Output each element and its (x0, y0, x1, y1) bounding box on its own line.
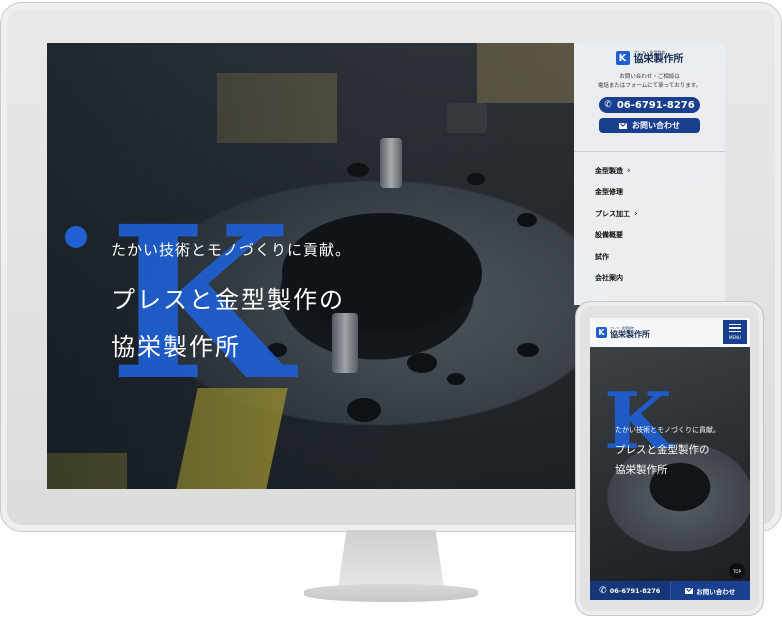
nav-item-die-manufacturing[interactable]: 金型製造 › (574, 160, 725, 182)
mobile-phone-number: 06-6791-8276 (609, 586, 661, 595)
contact-note-line2: 電話またはフォームにて承っております。 (597, 83, 702, 89)
menu-bar (729, 330, 741, 333)
mail-icon (619, 122, 627, 129)
logo-name: 協栄製作所 (633, 54, 684, 65)
back-to-top-button[interactable]: TOP (729, 563, 745, 579)
hero-title-line1: プレスと金型製作の (111, 286, 345, 314)
contact-button-label: お問い合わせ (632, 121, 680, 130)
mobile-site-logo[interactable]: K プレス・金型製作 協栄製作所 (596, 327, 650, 338)
mobile-footer-bar: ✆ 06-6791-8276 お問い合わせ (590, 581, 750, 600)
nav-item-press-processing[interactable]: プレス加工 › (574, 203, 725, 225)
phone-button[interactable]: ✆ 06-6791-8276 (599, 97, 700, 113)
mobile-hero-title-line1: プレスと金型製作の (615, 444, 710, 456)
nav-label: 金型修理 (595, 188, 623, 197)
nav-label: 金型製造 (595, 166, 623, 175)
nav-item-company[interactable]: 会社案内 (574, 268, 725, 290)
nav-item-prototype[interactable]: 試作 (574, 246, 725, 268)
phone-icon: ✆ (604, 100, 612, 110)
phone-number: 06-6791-8276 (616, 99, 695, 111)
mail-icon (685, 587, 694, 594)
logo-text: プレス・金型製作 協栄製作所 (610, 327, 650, 339)
contact-button[interactable]: お問い合わせ (599, 118, 700, 133)
monitor-stand-neck (338, 530, 444, 588)
mobile-hero-copy: たかい技術とモノづくりに貢献。 プレスと金型製作の 協栄製作所 (615, 425, 720, 477)
nav-item-equipment[interactable]: 設備概要 (574, 225, 725, 247)
phone-icon: ✆ (599, 585, 607, 596)
menu-label: MENU (729, 335, 741, 341)
hero-title-line2: 協栄製作所 (111, 333, 241, 361)
chevron-right-icon: › (634, 208, 638, 219)
hero-tagline: たかい技術とモノづくりに貢献。 (111, 241, 352, 259)
mobile-phone-button[interactable]: ✆ 06-6791-8276 (590, 581, 671, 600)
logo-k-icon: K (596, 327, 607, 338)
contact-note: お問い合わせ・ご相談は 電話またはフォームにて承っております。 (574, 73, 725, 91)
site-logo[interactable]: K プレス・金型製作 協栄製作所 (574, 51, 725, 65)
logo-text: プレス・金型製作 協栄製作所 (634, 51, 684, 65)
chevron-right-icon: › (627, 165, 631, 176)
menu-bar (729, 323, 741, 326)
k-watermark-dot (65, 226, 87, 248)
mobile-hero-title-line2: 協栄製作所 (615, 464, 668, 476)
sidebar-divider (574, 151, 725, 152)
hero-copy: たかい技術とモノづくりに貢献。 プレスと金型製作の 協栄製作所 (111, 239, 351, 362)
nav-item-die-repair[interactable]: 金型修理 (574, 182, 725, 204)
mobile-header: K プレス・金型製作 協栄製作所 MENU (590, 318, 750, 347)
logo-k-icon: K (615, 51, 630, 65)
logo-name: 協栄製作所 (610, 329, 650, 339)
monitor-stand-base (304, 584, 478, 602)
tablet-frame: K たかい技術とモノづくりに貢献。 プレスと金型製作の 協栄製作所 K プレス・… (575, 301, 764, 616)
nav-label: 試作 (595, 252, 609, 261)
tablet-screen: K たかい技術とモノづくりに貢献。 プレスと金型製作の 協栄製作所 K プレス・… (590, 318, 750, 600)
nav-label: プレス加工 (595, 209, 630, 218)
hamburger-menu-button[interactable]: MENU (723, 320, 747, 344)
nav-label: 設備概要 (595, 231, 623, 240)
mobile-hero-tagline: たかい技術とモノづくりに貢献。 (615, 426, 720, 434)
contact-note-line1: お問い合わせ・ご相談は (619, 74, 680, 80)
menu-bar (729, 327, 741, 329)
nav-label: 会社案内 (595, 274, 623, 283)
mobile-contact-button[interactable]: お問い合わせ (670, 581, 750, 600)
mobile-contact-label: お問い合わせ (696, 587, 736, 596)
sidebar-panel: K プレス・金型製作 協栄製作所 お問い合わせ・ご相談は 電話またはフォームにて… (574, 43, 725, 305)
